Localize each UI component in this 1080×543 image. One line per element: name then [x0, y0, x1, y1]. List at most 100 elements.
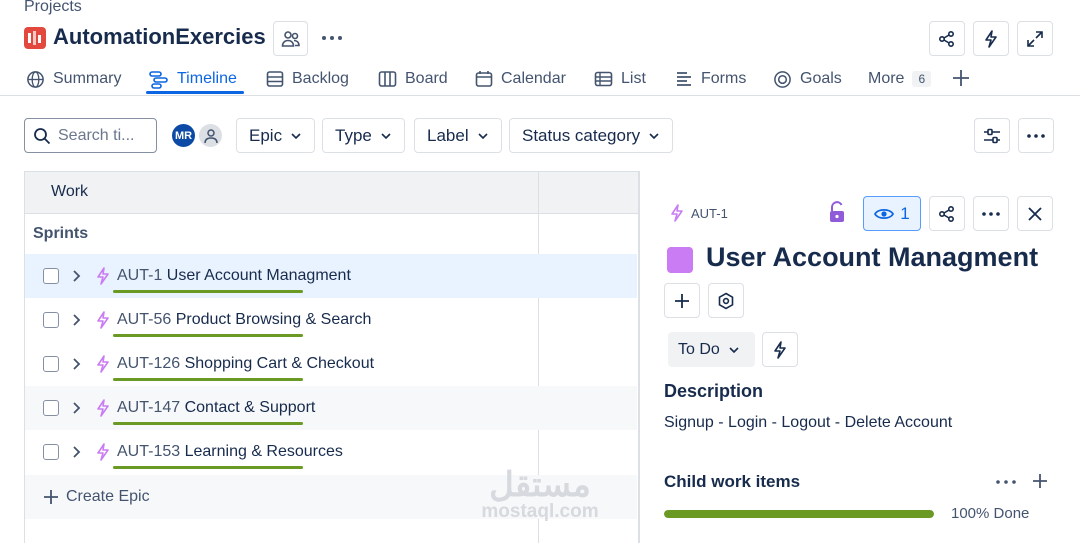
team-button[interactable] — [273, 21, 308, 56]
filter-epic[interactable]: Epic — [236, 118, 316, 153]
detail-automation-button[interactable] — [762, 332, 798, 367]
tab-timeline[interactable]: Timeline — [149, 66, 237, 92]
people-icon — [281, 30, 300, 47]
epic-row[interactable]: AUT-126 Shopping Cart & Checkout — [25, 342, 637, 386]
tab-backlog[interactable]: Backlog — [266, 66, 349, 92]
column-header: Work — [25, 172, 538, 214]
timeline-grid-header — [538, 172, 638, 214]
description-text[interactable]: Signup - Login - Logout - Delete Account — [664, 414, 952, 432]
filter-label: Label — [427, 125, 469, 145]
progress-underline — [113, 290, 303, 293]
tab-summary[interactable]: Summary — [26, 66, 121, 92]
tab-label: Forms — [701, 70, 747, 87]
epic-color-swatch[interactable] — [667, 247, 693, 273]
status-dropdown[interactable]: To Do — [668, 332, 755, 367]
target-icon — [774, 70, 791, 88]
row-checkbox[interactable] — [43, 356, 59, 372]
epic-row[interactable]: AUT-56 Product Browsing & Search — [25, 298, 637, 342]
epic-icon — [97, 355, 109, 373]
issue-key[interactable]: AUT-1 — [691, 206, 728, 221]
issue-key[interactable]: AUT-147 — [117, 399, 180, 416]
person-icon — [203, 128, 218, 143]
description-heading: Description — [664, 381, 764, 401]
tab-goals[interactable]: Goals — [773, 66, 842, 92]
tab-board[interactable]: Board — [378, 66, 448, 92]
chevron-right-icon[interactable] — [71, 445, 83, 459]
unassigned-avatar[interactable] — [197, 122, 224, 149]
search-input[interactable]: Search ti... — [24, 118, 157, 153]
issue-key[interactable]: AUT-153 — [117, 443, 180, 460]
issue-title[interactable]: Learning & Resources — [185, 443, 343, 460]
tab-label: Calendar — [501, 70, 566, 87]
watermark-latin: mostaql.com — [481, 501, 599, 522]
toolbar-more-button[interactable] — [1018, 118, 1054, 153]
tab-label: Timeline — [177, 70, 237, 87]
issue-title[interactable]: Contact & Support — [185, 399, 316, 416]
filter-label: Epic — [249, 125, 283, 145]
epic-row[interactable]: AUT-1 User Account Managment — [25, 254, 637, 298]
row-checkbox[interactable] — [43, 268, 59, 284]
tab-calendar[interactable]: Calendar — [475, 66, 566, 92]
view-settings-button[interactable] — [974, 118, 1010, 153]
issue-key[interactable]: AUT-1 — [117, 267, 162, 284]
row-checkbox[interactable] — [43, 312, 59, 328]
project-title: AutomationExercies — [53, 24, 266, 49]
issue-key[interactable]: AUT-126 — [117, 355, 180, 372]
apps-button[interactable] — [708, 283, 744, 318]
chevron-down-icon — [649, 132, 659, 139]
filter-label: Status category — [522, 125, 641, 145]
add-button[interactable] — [664, 283, 700, 318]
issue-key[interactable]: AUT-56 — [117, 311, 171, 328]
chevron-right-icon[interactable] — [71, 357, 83, 371]
add-tab-icon[interactable] — [951, 68, 971, 88]
globe-icon — [27, 70, 44, 88]
create-epic-label: Create Epic — [66, 488, 150, 505]
epic-row[interactable]: AUT-147 Contact & Support — [25, 386, 637, 430]
row-checkbox[interactable] — [43, 444, 59, 460]
tab-forms[interactable]: Forms — [675, 66, 746, 92]
tab-list[interactable]: List — [594, 66, 646, 92]
issue-title[interactable]: User Account Managment — [706, 242, 1038, 273]
chevron-right-icon[interactable] — [71, 269, 83, 283]
tab-label: Backlog — [292, 70, 349, 87]
search-icon — [34, 127, 51, 144]
filter-label[interactable]: Label — [414, 118, 502, 153]
epic-icon — [97, 267, 109, 285]
more-actions-icon[interactable] — [320, 28, 344, 48]
issue-title[interactable]: User Account Managment — [167, 267, 351, 284]
issue-title[interactable]: Product Browsing & Search — [176, 311, 372, 328]
filter-status-category[interactable]: Status category — [509, 118, 674, 153]
chevron-right-icon[interactable] — [71, 313, 83, 327]
progress-underline — [113, 378, 303, 381]
lightning-icon — [985, 29, 997, 48]
section-label: Sprints — [33, 225, 89, 242]
filter-type[interactable]: Type — [322, 118, 405, 153]
close-icon — [1028, 206, 1042, 221]
add-child-icon[interactable] — [1031, 472, 1049, 490]
share-button[interactable] — [929, 21, 965, 56]
avatar[interactable]: MR — [170, 122, 197, 149]
chevron-right-icon[interactable] — [71, 401, 83, 415]
tab-more[interactable]: More 6 — [868, 66, 932, 92]
close-button[interactable] — [1017, 196, 1053, 231]
detail-share-button[interactable] — [929, 196, 965, 231]
row-checkbox[interactable] — [43, 400, 59, 416]
epic-icon — [97, 443, 109, 461]
progress-underline — [113, 466, 303, 469]
issue-title[interactable]: Shopping Cart & Checkout — [185, 355, 374, 372]
timeline-icon — [149, 70, 168, 89]
share-icon — [938, 30, 955, 47]
backlog-icon — [266, 71, 284, 87]
breadcrumb[interactable]: Projects — [24, 0, 82, 16]
progress-track — [664, 510, 934, 518]
watch-button[interactable]: 1 — [863, 196, 921, 231]
fullscreen-button[interactable] — [1017, 21, 1053, 56]
tab-label: Summary — [53, 70, 122, 87]
detail-more-button[interactable] — [973, 196, 1009, 231]
automation-button[interactable] — [973, 21, 1009, 56]
chevron-down-icon — [729, 346, 739, 353]
tab-label: Board — [405, 70, 448, 87]
unlock-icon[interactable] — [828, 201, 846, 223]
more-icon — [1027, 133, 1045, 138]
child-items-more-icon[interactable] — [995, 478, 1017, 486]
